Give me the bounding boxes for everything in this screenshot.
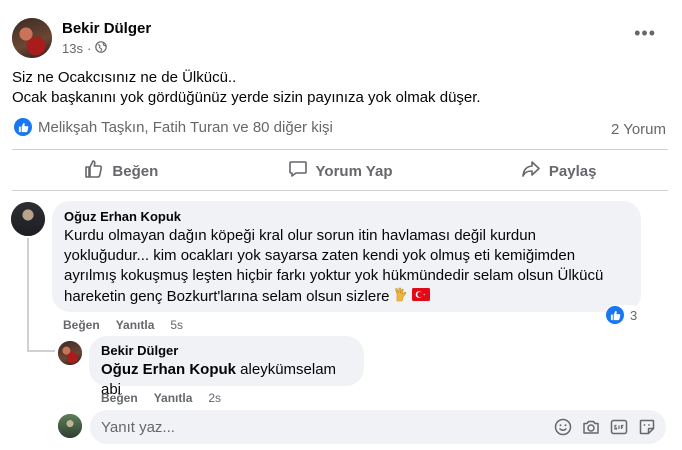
post-card: Bekir Dülger 13s · ••• Siz ne Ocakcısını… — [0, 0, 682, 450]
comment-reply-button[interactable]: Yanıtla — [116, 318, 155, 332]
comment-reactions[interactable]: 3 — [605, 305, 642, 325]
like-button[interactable]: Beğen — [12, 153, 231, 189]
comment-text-line: hareketin genç Bozkurt'larına selam olsu… — [64, 288, 390, 305]
comment-icon — [288, 159, 308, 183]
comment-button[interactable]: Yorum Yap — [231, 153, 450, 189]
thread-line — [27, 350, 55, 352]
thread-line — [27, 238, 29, 350]
reply-actions: Beğen Yanıtla 2s — [101, 391, 221, 405]
post-time[interactable]: 13s — [62, 41, 83, 56]
comment-text-line: yokluğudur... kim ocakları yok sayarsa z… — [64, 247, 576, 264]
action-bar: Beğen Yorum Yap Paylaş — [12, 153, 668, 189]
comment-text-line: ayrılmış kokuşmuş leşten hiçbir farkı yo… — [64, 267, 604, 284]
reactions-summary[interactable]: Melikşah Taşkın, Fatih Turan ve 80 diğer… — [14, 118, 333, 136]
comment-text-last: hareketin genç Bozkurt'larına selam olsu… — [64, 286, 629, 308]
reply-author[interactable]: Bekir Dülger — [101, 343, 352, 358]
gif-icon[interactable] — [610, 418, 628, 436]
thumbs-up-icon — [84, 159, 104, 183]
reply-mention-link[interactable]: Oğuz Erhan Kopuk — [101, 361, 236, 378]
share-icon — [521, 159, 541, 183]
comment-count[interactable]: 2 Yorum — [611, 121, 666, 138]
like-reaction-icon — [606, 306, 624, 324]
post-text: Siz ne Ocakcısınız ne de Ülkücü.. Ocak b… — [12, 68, 652, 108]
comment-reaction-count: 3 — [630, 307, 638, 323]
reply-input[interactable] — [101, 418, 554, 436]
sticker-icon[interactable] — [638, 418, 656, 436]
post-text-line: Siz ne Ocakcısınız ne de Ülkücü.. — [12, 69, 237, 86]
post-meta: 13s · — [62, 41, 108, 56]
globe-icon — [95, 41, 108, 56]
reply-bubble: Bekir Dülger Oğuz Erhan Kopuk aleykümsel… — [89, 336, 364, 398]
post-author-name[interactable]: Bekir Dülger — [62, 20, 151, 37]
camera-icon[interactable] — [582, 418, 600, 436]
commenter-avatar[interactable] — [11, 202, 45, 236]
reply-input-box[interactable] — [90, 410, 666, 444]
comment-author[interactable]: Oğuz Erhan Kopuk — [64, 209, 629, 224]
comment-bubble: Oğuz Erhan Kopuk Kurdu olmayan dağın köp… — [52, 201, 641, 312]
like-reaction-icon — [14, 118, 32, 136]
divider — [12, 149, 668, 150]
emoji-icon[interactable] — [554, 418, 572, 436]
like-label: Beğen — [112, 162, 159, 180]
reply-like-button[interactable]: Beğen — [101, 391, 138, 405]
comment-text: Kurdu olmayan dağın köpeği kral olur sor… — [64, 226, 629, 308]
comment-actions: Beğen Yanıtla 5s — [63, 318, 183, 332]
turkey-flag-icon — [411, 287, 430, 307]
comment-label: Yorum Yap — [315, 162, 393, 180]
reply-author-avatar[interactable] — [58, 341, 82, 365]
reply-time[interactable]: 2s — [208, 391, 221, 405]
author-avatar[interactable] — [12, 18, 52, 58]
current-user-avatar — [58, 414, 82, 438]
reply-input-tools — [554, 418, 656, 436]
wolf-salute-emoji-icon — [393, 286, 409, 308]
share-label: Paylaş — [548, 162, 597, 180]
divider — [12, 190, 668, 191]
reply-reply-button[interactable]: Yanıtla — [154, 391, 193, 405]
comment-text-line: Kurdu olmayan dağın köpeği kral olur sor… — [64, 227, 536, 244]
comment-time[interactable]: 5s — [170, 318, 183, 332]
post-text-line: Ocak başkanını yok gördüğünüz yerde sizi… — [12, 89, 481, 106]
more-options-icon[interactable]: ••• — [634, 24, 656, 42]
comment-like-button[interactable]: Beğen — [63, 318, 100, 332]
share-button[interactable]: Paylaş — [449, 153, 668, 189]
reactions-names: Melikşah Taşkın, Fatih Turan ve 80 diğer… — [38, 118, 333, 136]
